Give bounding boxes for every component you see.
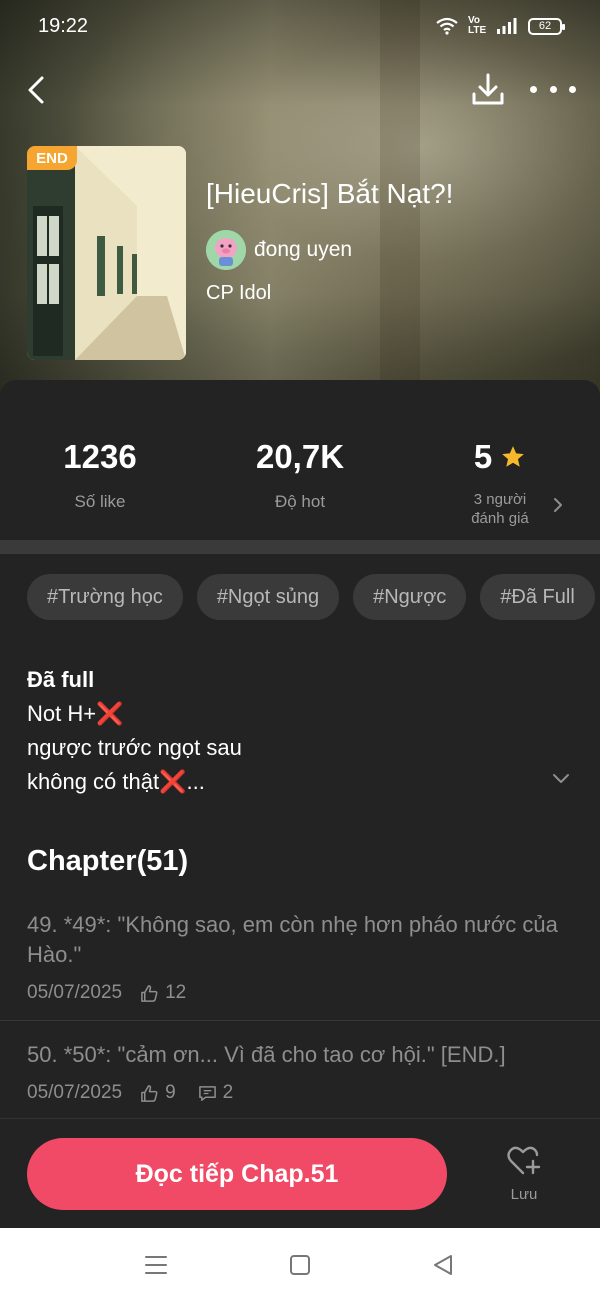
heart-plus-icon bbox=[507, 1146, 541, 1175]
chapter-comment-count: 2 bbox=[222, 1082, 234, 1103]
hot-label: Độ hot bbox=[274, 492, 326, 511]
tag-chip[interactable]: #Đã Full bbox=[480, 574, 595, 620]
back-nav-icon[interactable] bbox=[430, 1252, 456, 1278]
continue-reading-button[interactable]: Đọc tiếp Chap.51 bbox=[27, 1138, 447, 1210]
thumbs-up-icon bbox=[141, 984, 158, 1002]
stat-rating[interactable]: 5 3 người đánh giá bbox=[400, 438, 600, 528]
chevron-left-icon bbox=[28, 76, 44, 104]
hot-count: 20,7K bbox=[255, 438, 345, 475]
chapter-meta: 05/07/2025 12 bbox=[27, 982, 573, 1004]
status-bar: 19:22 Vo LTE 62 bbox=[0, 0, 600, 52]
tag-chip[interactable]: #Trường học bbox=[27, 574, 183, 620]
chapter-meta: 05/07/2025 9 2 bbox=[27, 1082, 573, 1104]
description-line: không có thật❌... bbox=[27, 765, 547, 799]
signal-icon bbox=[497, 18, 517, 34]
download-button[interactable] bbox=[468, 70, 508, 110]
author-name: đong uyen bbox=[254, 238, 353, 261]
book-title: [HieuCris] Bắt Nạt?! bbox=[206, 178, 454, 209]
rating-label: 3 người đánh giá bbox=[400, 490, 600, 528]
status-time: 19:22 bbox=[38, 14, 89, 37]
top-bar bbox=[0, 60, 600, 120]
download-icon bbox=[472, 73, 504, 105]
chapter-date: 05/07/2025 bbox=[27, 982, 123, 1003]
battery-icon: 62 bbox=[528, 17, 565, 35]
details-panel: 1236 Số like 20,7K Độ hot 5 3 người đánh… bbox=[0, 380, 600, 1228]
book-category[interactable]: CP Idol bbox=[206, 282, 271, 305]
tag-chip[interactable]: #Ngược bbox=[353, 574, 467, 620]
chapter-heading: Chapter(51) bbox=[27, 845, 189, 877]
description-line: ngược trước ngọt sau bbox=[27, 735, 242, 760]
wifi-icon bbox=[436, 17, 458, 35]
chevron-right-icon[interactable] bbox=[552, 497, 564, 513]
likes-label: Số like bbox=[74, 492, 126, 511]
section-divider bbox=[0, 540, 600, 554]
dot-icon bbox=[569, 85, 576, 93]
chapter-title: 50. *50*: "cảm ơn... Vì đã cho tao cơ hộ… bbox=[27, 1042, 506, 1067]
description-text: không có thật bbox=[27, 769, 160, 794]
book-cover[interactable]: END bbox=[27, 146, 186, 360]
save-label: Lưu bbox=[510, 1186, 538, 1203]
rating-label-line2: đánh giá bbox=[471, 510, 529, 527]
chapter-item[interactable]: 49. *49*: "Không sao, em còn nhẹ hơn phá… bbox=[0, 910, 600, 1004]
tag-chip[interactable]: #Ngọt sủng bbox=[196, 574, 340, 620]
chapter-like-count: 9 bbox=[165, 1082, 176, 1103]
end-badge: END bbox=[27, 146, 77, 170]
chapter-date: 05/07/2025 bbox=[27, 1082, 123, 1103]
cover-image bbox=[27, 146, 186, 360]
system-nav-bar bbox=[0, 1228, 600, 1300]
chapter-title: 49. *49*: "Không sao, em còn nhẹ hơn phá… bbox=[27, 912, 558, 967]
author-row[interactable]: đong uyen bbox=[206, 230, 352, 270]
rating-value-row: 5 bbox=[400, 438, 600, 476]
rating-label-line1: 3 người bbox=[473, 491, 527, 508]
more-options-button[interactable] bbox=[530, 74, 576, 104]
network-label: Vo LTE bbox=[468, 15, 487, 36]
home-icon[interactable] bbox=[287, 1252, 313, 1278]
back-button[interactable] bbox=[22, 70, 52, 110]
likes-count: 1236 bbox=[63, 438, 137, 475]
bottom-action-bar: Đọc tiếp Chap.51 Lưu bbox=[0, 1118, 600, 1228]
description: Đã full Not H+❌ ngược trước ngọt sau khô… bbox=[27, 663, 547, 799]
chevron-down-icon[interactable] bbox=[552, 773, 570, 785]
x-mark-icon: ❌ bbox=[96, 701, 124, 726]
status-icons: Vo LTE 62 bbox=[436, 15, 565, 36]
avatar bbox=[206, 230, 246, 270]
tag-list: #Trường học #Ngọt sủng #Ngược #Đã Full bbox=[27, 574, 595, 620]
chapter-divider bbox=[0, 1020, 600, 1021]
hero-background: 19:22 Vo LTE 62 END [HieuCris] Bắt Nạt?!… bbox=[0, 0, 600, 420]
avatar-image bbox=[206, 230, 246, 270]
save-button[interactable]: Lưu bbox=[496, 1145, 552, 1209]
stat-hot: 20,7K Độ hot bbox=[200, 438, 400, 512]
menu-icon[interactable] bbox=[143, 1252, 169, 1278]
stat-likes: 1236 Số like bbox=[0, 438, 200, 512]
description-line: Đã full bbox=[27, 667, 95, 692]
battery-level: 62 bbox=[538, 20, 552, 32]
comment-icon bbox=[198, 1085, 216, 1101]
chapter-comments: 2 bbox=[198, 1082, 234, 1104]
star-icon bbox=[502, 446, 525, 467]
x-mark-icon: ❌ bbox=[159, 769, 187, 794]
chapter-like-count: 12 bbox=[165, 982, 187, 1003]
description-ellipsis: ... bbox=[186, 769, 205, 794]
description-line: Not H+❌ bbox=[27, 697, 547, 731]
rating-value: 5 bbox=[473, 438, 493, 475]
description-text: Not H+ bbox=[27, 701, 97, 726]
dot-icon bbox=[530, 85, 537, 93]
chapter-likes: 9 bbox=[140, 1082, 176, 1104]
thumbs-up-icon bbox=[141, 1084, 158, 1102]
chapter-item[interactable]: 50. *50*: "cảm ơn... Vì đã cho tao cơ hộ… bbox=[0, 1040, 600, 1104]
dot-icon bbox=[549, 85, 557, 93]
chapter-likes: 12 bbox=[140, 982, 186, 1004]
